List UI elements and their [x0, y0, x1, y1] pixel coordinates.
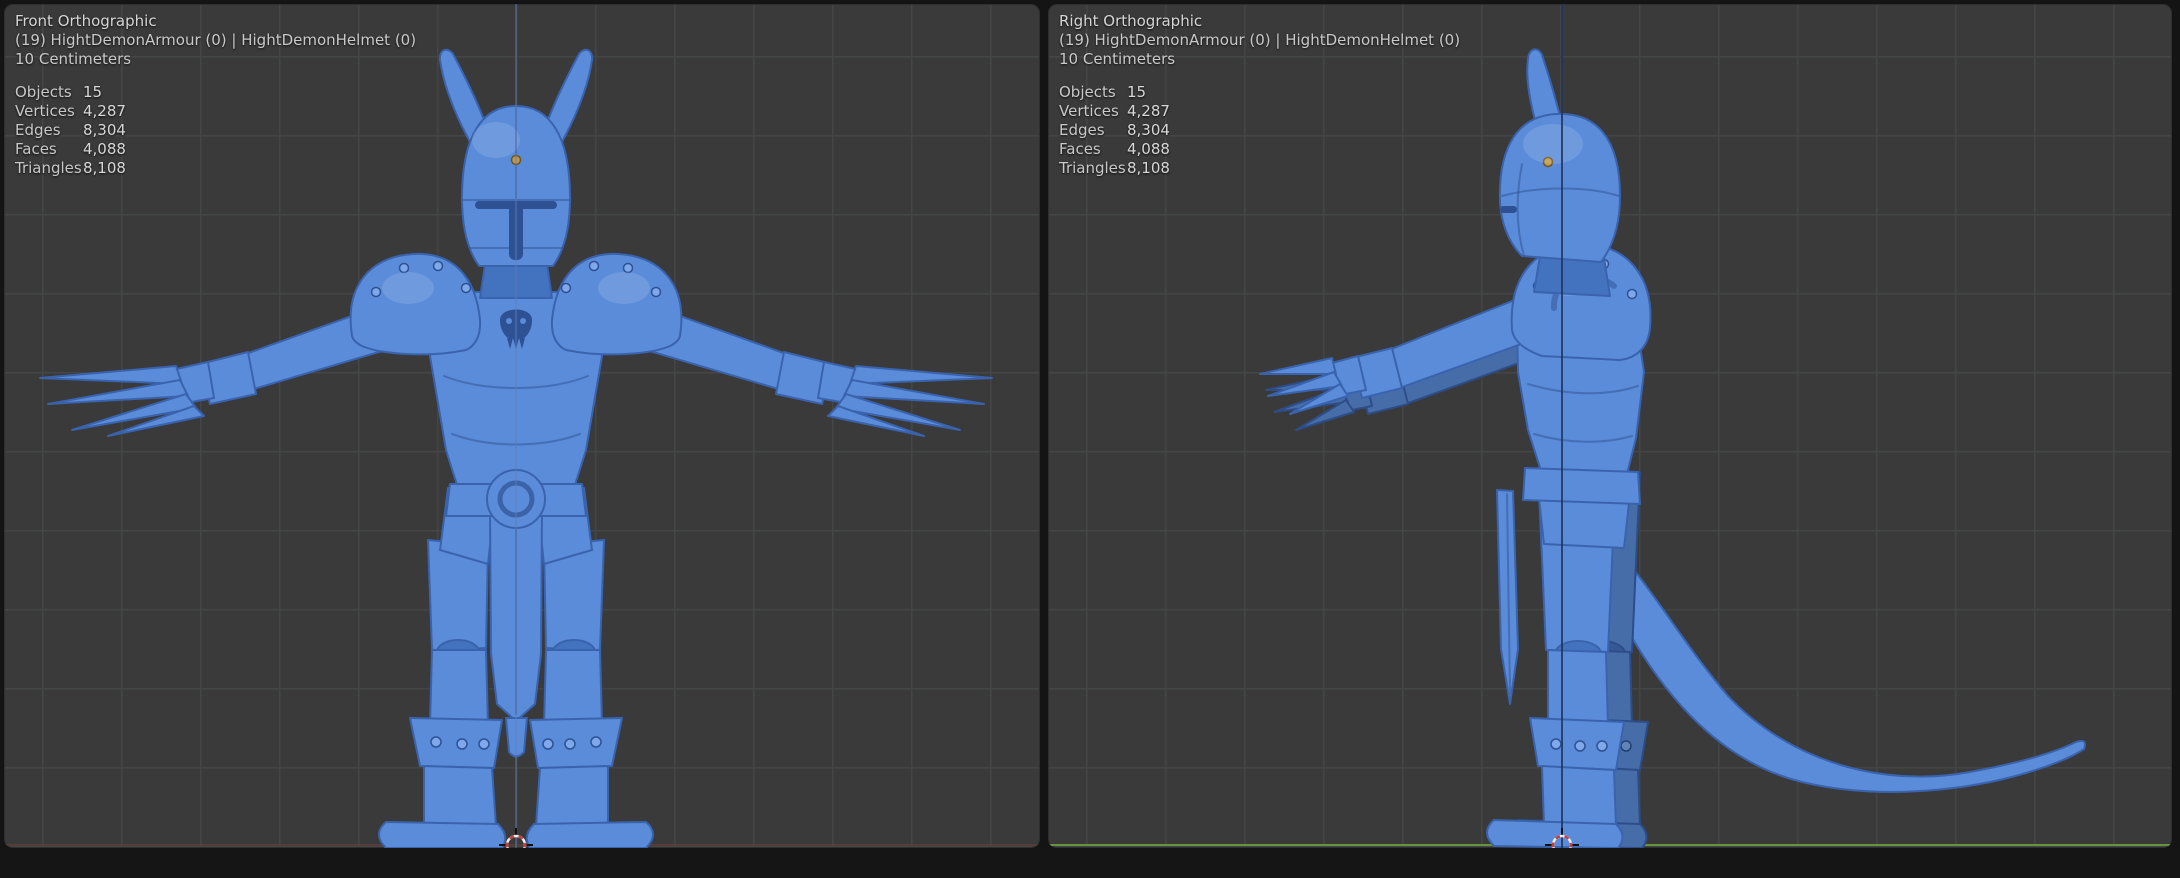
scene-statistics: Objects 15 Vertices 4,287 Edges 8,304 Fa… [15, 83, 416, 178]
editor-bottom-border [0, 848, 2180, 878]
front-left-leg[interactable] [378, 539, 507, 848]
scabbard[interactable] [1496, 489, 1519, 705]
z-axis-line [515, 4, 517, 848]
viewport-overlay-front: Front Orthographic (19) HightDemonArmour… [15, 12, 416, 178]
stat-row-edges: Edges 8,304 [15, 121, 126, 139]
blender-dual-viewport: Front Orthographic (19) HightDemonArmour… [0, 0, 2180, 878]
side-helmet[interactable] [1498, 112, 1621, 263]
active-collection-label: (19) HightDemonArmour (0) | HightDemonHe… [15, 31, 417, 49]
stat-row-objects: Objects 15 [15, 83, 103, 101]
stat-row-faces: Faces 4,088 [1059, 140, 1170, 158]
stat-row-vertices: Vertices 4,287 [15, 102, 126, 120]
grid-scale-label: 10 Centimeters [1059, 50, 1176, 68]
stat-row-faces: Faces 4,088 [15, 140, 126, 158]
grid-scale-label: 10 Centimeters [15, 50, 132, 68]
cursor-3d [499, 828, 533, 848]
view-label: Front Orthographic [15, 12, 157, 30]
stat-row-vertices: Vertices 4,287 [1059, 102, 1170, 120]
view-label: Right Orthographic [1059, 12, 1203, 30]
front-right-pauldron[interactable] [550, 252, 683, 356]
viewport-right-orthographic[interactable]: Right Orthographic (19) HightDemonArmour… [1048, 4, 2172, 848]
z-axis-line [1561, 4, 1563, 848]
stat-row-objects: Objects 15 [1059, 83, 1147, 101]
viewport-overlay-right: Right Orthographic (19) HightDemonArmour… [1059, 12, 1460, 178]
cursor-3d [1545, 828, 1579, 848]
scene-statistics: Objects 15 Vertices 4,287 Edges 8,304 Fa… [1059, 83, 1460, 178]
stat-row-triangles: Triangles 8,108 [15, 159, 126, 177]
active-collection-label: (19) HightDemonArmour (0) | HightDemonHe… [1059, 31, 1461, 49]
tail[interactable] [1573, 523, 2086, 793]
stat-row-edges: Edges 8,304 [1059, 121, 1170, 139]
side-belt[interactable] [1522, 467, 1641, 505]
stat-row-triangles: Triangles 8,108 [1059, 159, 1170, 177]
front-left-pauldron[interactable] [349, 252, 482, 356]
viewport-front-orthographic[interactable]: Front Orthographic (19) HightDemonArmour… [4, 4, 1040, 848]
front-right-leg[interactable] [525, 539, 654, 848]
